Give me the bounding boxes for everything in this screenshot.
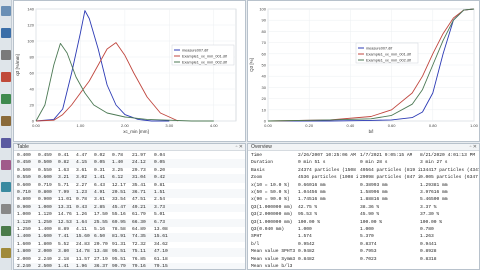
stats-body: Time 2/26/2007 10:25:06 AM 1/7/2021 9:05:1… (248, 152, 479, 269)
table-cell: 36.37 (94, 264, 108, 269)
legend-entry: measure007.dif (182, 49, 209, 53)
table-cell: 79.16 (132, 264, 146, 269)
settings-icon[interactable] (1, 116, 11, 126)
density-chart-pane: 0 20 40 60 80 100 120 140 0.00 1.00 2.00 3.00 4.00 xc… (13, 0, 246, 142)
y-tick-label: 50 (262, 63, 267, 68)
table-body: 0.400 0.459 0.41 4.47 0.02 0.78 21.97 0.04 0.450… (14, 152, 245, 269)
y-tick-label: 40 (30, 87, 35, 92)
y-axis-label: Q3 [%] (249, 58, 254, 72)
x-axis-label: b/l (369, 129, 374, 134)
table-pane: Table ▫ ✕ 0.400 0.459 0.41 4.47 0.02 0.78 21.9… (13, 143, 246, 270)
y-tick-label: 40 (262, 74, 267, 79)
y-tick-label: 20 (30, 103, 35, 108)
table-cell: 2.500 (38, 264, 52, 269)
x-tick-label: 1.00 (77, 123, 86, 128)
y-axis-label: q3 [%/mm] (15, 54, 20, 76)
table-cell: 1.41 (58, 264, 70, 269)
filter-icon[interactable] (1, 160, 11, 170)
y-tick-label: 10 (262, 107, 267, 112)
table-cell: 99.79 (112, 264, 126, 269)
x-tick-label: 3.00 (165, 123, 174, 128)
legend-entry: Example1_xx_mm_002.dif (366, 59, 412, 63)
y-tick-label: 80 (262, 29, 267, 34)
info-icon[interactable] (1, 182, 11, 192)
x-tick-label: 0.00 (32, 123, 41, 128)
cumulative-chart-pane: 0 10 20 30 40 50 60 70 80 90 100 0.00 0.20 0.40 0.60 0.… (247, 0, 480, 142)
legend-entry: Example1_xx_mm_001.dif (182, 55, 228, 59)
y-tick-label: 90 (262, 18, 267, 23)
y-tick-label: 70 (262, 40, 267, 45)
cumulative-chart: 01020304050607080901000.00 0.20 0.40 0.60 0.… (248, 1, 479, 141)
chart-icon[interactable] (1, 72, 11, 82)
pane-window-controls[interactable]: ▫ ✕ (236, 144, 243, 151)
legend-entry: Example1_xx_mm_001.dif (366, 53, 412, 57)
stats-pane-header: Overview ▫ ✕ (248, 144, 479, 151)
table-pane-header: Table ▫ ✕ (14, 144, 245, 151)
y-tick-label: 60 (262, 51, 267, 56)
stats-pane-title: Overview (251, 144, 272, 150)
table-row[interactable]: 2.240 2.500 1.41 1.96 36.37 99.79 79.16 79.15 (14, 263, 245, 269)
save-icon[interactable] (1, 28, 11, 38)
x-axis-label: xc_min [mm] (123, 129, 149, 134)
x-tick-label: 0.60 (388, 123, 397, 128)
x-tick-label: 2.00 (121, 123, 130, 128)
x-tick-label: 0.40 (347, 123, 356, 128)
chart-legend: measure007.dif Example1_xx_mm_001.dif Exam… (355, 42, 419, 64)
table-cell: 2.240 (17, 264, 31, 269)
table-cell: 1.96 (76, 264, 88, 269)
stats-pane: Overview ▫ ✕ Time 2/26/2007 10:25:06 AM 1/… (247, 143, 480, 270)
left-toolbar (0, 0, 12, 270)
list-icon[interactable] (1, 204, 11, 214)
x-tick-label: 0.00 (264, 123, 273, 128)
table-pane-title: Table (17, 144, 29, 150)
zoom-icon[interactable] (1, 138, 11, 148)
stats-row: Mean value b/l3 (248, 263, 479, 269)
x-tick-label: 0.20 (305, 123, 314, 128)
stats-label: Mean value b/l3 (251, 264, 293, 269)
app-window: 0 20 40 60 80 100 120 140 0.00 1.00 2.00 3.00 4.00 xc… (0, 0, 480, 270)
legend-entry: Example1_xx_mm_002.dif (182, 61, 228, 65)
y-tick-label: 20 (262, 96, 267, 101)
chart-legend: measure007.dif Example1_xx_mm_001.dif Exam… (171, 44, 235, 66)
open-icon[interactable] (1, 6, 11, 16)
y-tick-label: 140 (27, 7, 34, 12)
legend-entry: measure007.dif (366, 47, 393, 51)
table-cell: 79.15 (154, 264, 168, 269)
x-tick-label: 0.80 (429, 123, 438, 128)
x-tick-label: 4.00 (210, 123, 219, 128)
y-tick-label: 120 (27, 23, 34, 28)
y-tick-label: 60 (30, 71, 35, 76)
y-tick-label: 100 (27, 39, 34, 44)
y-tick-label: 80 (30, 55, 35, 60)
print-icon[interactable] (1, 50, 11, 60)
x-tick-label: 1.00 (470, 123, 479, 128)
export-icon[interactable] (1, 226, 11, 236)
density-chart: 0204060801001201400.00 1.00 2.00 3.00 4.00xc… (14, 1, 245, 141)
y-tick-label: 30 (262, 85, 267, 90)
pane-window-controls[interactable]: ▫ ✕ (470, 144, 477, 151)
table-icon[interactable] (1, 94, 11, 104)
y-tick-label: 100 (259, 7, 266, 12)
help-icon[interactable] (1, 248, 11, 258)
